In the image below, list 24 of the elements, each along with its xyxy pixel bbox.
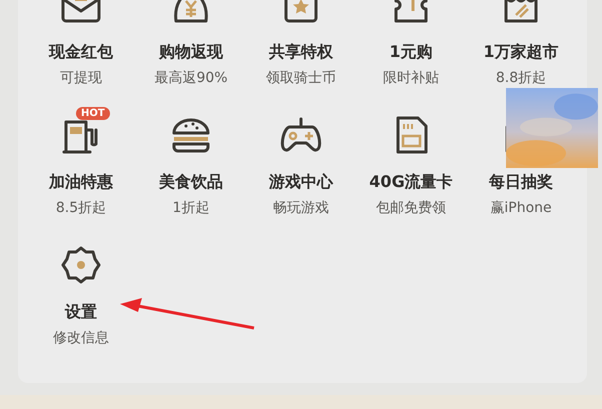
service-title[interactable]: 加油特惠: [49, 172, 113, 193]
service-title[interactable]: 1万家超市: [483, 42, 559, 63]
service-subtitle: 限时补贴: [383, 69, 439, 87]
service-subtitle: 最高返90%: [154, 69, 228, 87]
service-title[interactable]: 每日抽奖: [489, 172, 553, 193]
service-subtitle: 8.5折起: [56, 199, 106, 217]
service-title[interactable]: 1元购: [389, 42, 433, 63]
service-title[interactable]: 设置: [65, 302, 97, 323]
service-title[interactable]: 现金红包: [49, 42, 113, 63]
service-title[interactable]: 共享特权: [269, 42, 333, 63]
settings-icon: [60, 244, 102, 286]
service-title[interactable]: 购物返现: [159, 42, 223, 63]
service-subtitle: 8.8折起: [496, 69, 546, 87]
service-subtitle: 包邮免费领: [376, 199, 446, 217]
service-subtitle: 赢iPhone: [490, 199, 552, 217]
hot-badge: HOT: [76, 107, 110, 120]
service-subtitle: 1折起: [172, 199, 210, 217]
service-title[interactable]: 美食饮品: [159, 172, 223, 193]
service-subtitle: 领取骑士币: [266, 69, 336, 87]
service-subtitle: 修改信息: [53, 329, 109, 347]
service-title[interactable]: 游戏中心: [269, 172, 333, 193]
service-subtitle: 可提现: [60, 69, 102, 87]
service-title[interactable]: 40G流量卡: [369, 172, 453, 193]
service-subtitle: 畅玩游戏: [273, 199, 329, 217]
